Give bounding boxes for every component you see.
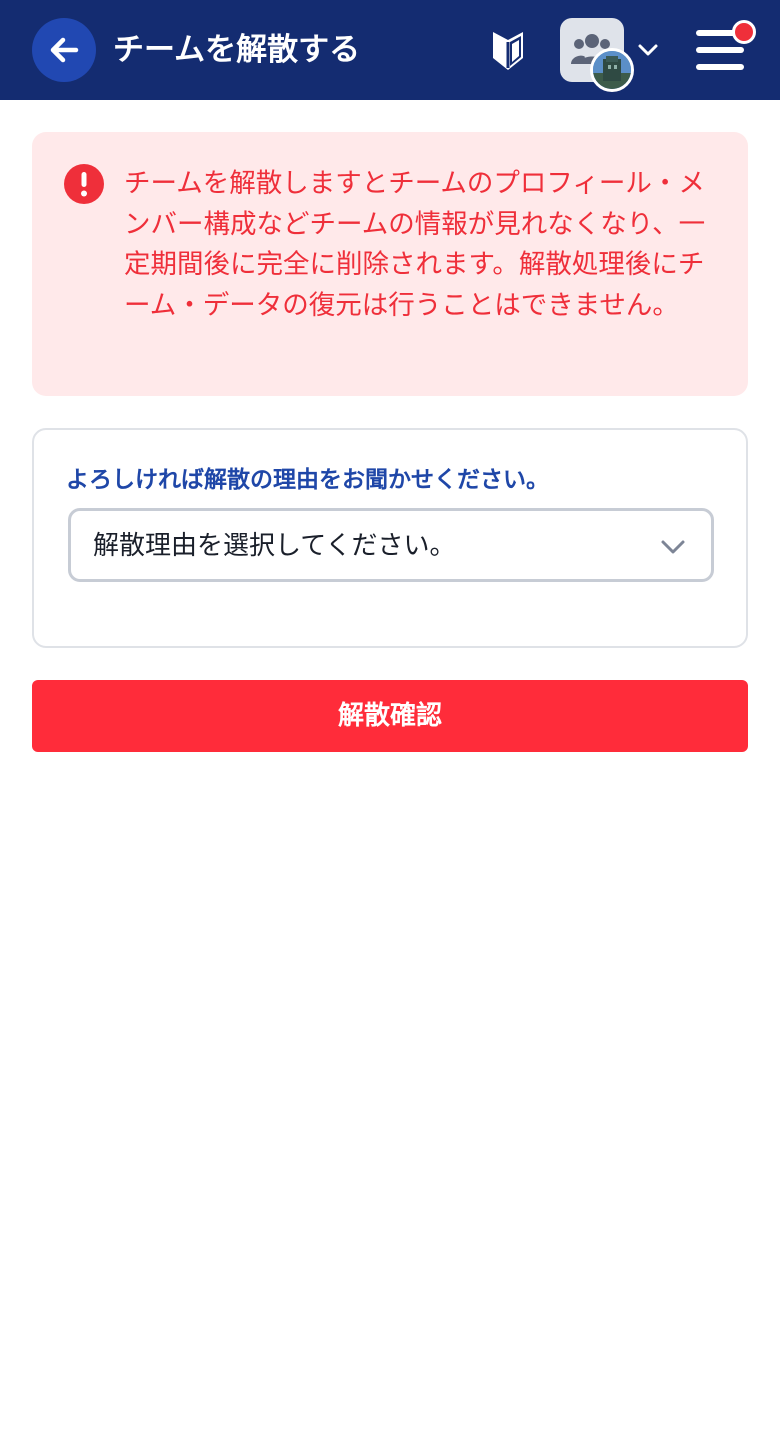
- exclamation-circle-icon: [64, 164, 104, 204]
- back-button[interactable]: [32, 18, 96, 82]
- menu-line: [696, 47, 744, 53]
- menu-line: [696, 64, 744, 70]
- reason-select[interactable]: 解散理由を選択してください。: [68, 508, 714, 582]
- disband-confirm-button[interactable]: 解散確認: [32, 680, 748, 752]
- menu-button[interactable]: [692, 20, 756, 80]
- chevron-down-icon: [661, 540, 685, 554]
- arrow-left-icon: [50, 37, 79, 63]
- reason-card: よろしければ解散の理由をお聞かせください。 解散理由を選択してください。: [32, 428, 748, 648]
- team-switcher[interactable]: [560, 18, 664, 92]
- beginner-guide-button[interactable]: [488, 26, 528, 74]
- beginner-mark-icon: [493, 32, 523, 70]
- app-header: チームを解散する: [0, 0, 780, 100]
- notification-dot: [732, 20, 756, 44]
- user-avatar: [590, 48, 634, 92]
- chevron-down-icon: [638, 44, 658, 56]
- warning-alert: チームを解散しますとチームのプロフィール・メンバー構成などチームの情報が見れなく…: [32, 132, 748, 396]
- reason-label: よろしければ解散の理由をお聞かせください。: [66, 467, 549, 493]
- page-title: チームを解散する: [113, 32, 361, 68]
- avatar-photo: [593, 51, 631, 89]
- warning-message: チームを解散しますとチームのプロフィール・メンバー構成などチームの情報が見れなく…: [124, 168, 706, 321]
- reason-select-value: 解散理由を選択してください。: [93, 531, 456, 561]
